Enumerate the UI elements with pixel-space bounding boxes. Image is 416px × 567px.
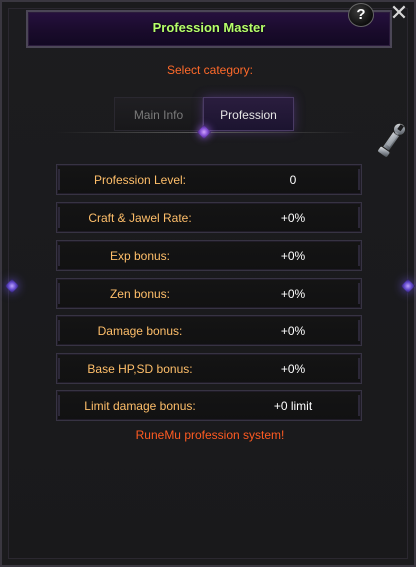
profession-stats: Profession Level: 0 Craft & Jawel Rate: … (56, 164, 362, 424)
stat-label: Craft & Jawel Rate: (88, 211, 192, 225)
tab-profession[interactable]: Profession (203, 97, 294, 131)
help-icon: ? (356, 6, 366, 23)
wrench-icon (367, 116, 411, 162)
tab-main-info[interactable]: Main Info (114, 97, 203, 131)
stat-value: 0 (289, 173, 297, 187)
tab-profession-label: Profession (220, 108, 277, 122)
stat-label: Limit damage bonus: (84, 399, 196, 413)
tab-main-info-label: Main Info (133, 108, 184, 122)
stat-value: +0% (280, 324, 306, 338)
select-category-label: Select category: (166, 63, 254, 77)
footer-text: RuneMu profession system! (135, 428, 285, 442)
stat-row-limit-damage-bonus: Limit damage bonus: +0 limit (56, 390, 362, 421)
close-icon: ✕ (389, 1, 409, 26)
stat-value: +0% (280, 287, 306, 301)
stat-value: +0 limit (273, 399, 313, 413)
stat-row-zen-bonus: Zen bonus: +0% (56, 278, 362, 309)
stat-row-profession-level: Profession Level: 0 (56, 164, 362, 195)
profession-master-window: Profession Master ? ✕ Select category: M… (0, 0, 416, 567)
stat-label: Base HP,SD bonus: (87, 362, 193, 376)
stat-row-exp-bonus: Exp bonus: +0% (56, 240, 362, 271)
stat-value: +0% (280, 362, 306, 376)
stat-value: +0% (280, 211, 306, 225)
stat-label: Zen bonus: (109, 287, 171, 301)
stat-row-base-hp-sd-bonus: Base HP,SD bonus: +0% (56, 353, 362, 384)
stat-row-damage-bonus: Damage bonus: +0% (56, 315, 362, 346)
title-bar: Profession Master (26, 10, 392, 48)
stat-row-craft-jawel-rate: Craft & Jawel Rate: +0% (56, 202, 362, 233)
stat-label: Damage bonus: (97, 324, 183, 338)
help-button[interactable]: ? (348, 3, 374, 27)
close-button[interactable]: ✕ (384, 2, 414, 26)
stat-label: Profession Level: (93, 173, 187, 187)
window-title: Profession Master (152, 20, 266, 35)
stat-label: Exp bonus: (109, 249, 171, 263)
stat-value: +0% (280, 249, 306, 263)
